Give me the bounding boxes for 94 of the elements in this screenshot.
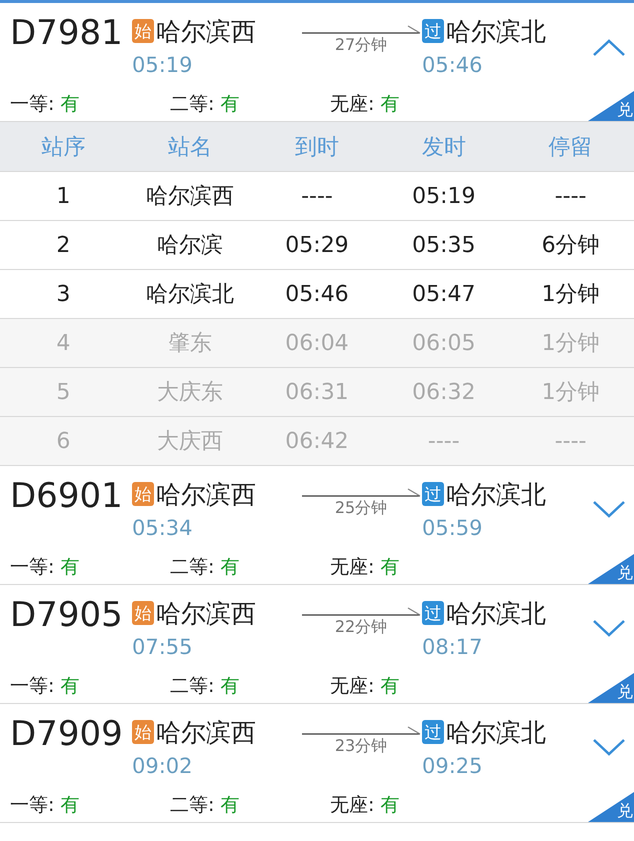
table-cell-text: 4 — [55, 330, 72, 356]
train-number: D6901 — [10, 475, 124, 518]
station-name: 哈尔滨北 — [446, 716, 546, 748]
table-cell-text: 06:04 — [284, 330, 350, 356]
seat-availability: 一等: 有 — [10, 92, 80, 117]
seat-availability: 一等: 有 — [10, 674, 80, 699]
column-header: 发时 — [420, 134, 467, 162]
train-number: D7981 — [10, 12, 124, 55]
train-card[interactable]: D7909 始 哈尔滨西 09:02 23分钟 过 哈尔滨北 09:25 一等: 有 二等: 有 无座: 有 兑 — [0, 704, 634, 823]
table-cell-text: 05:35 — [411, 232, 476, 258]
station-name: 哈尔滨西 — [156, 598, 256, 630]
time: 08:17 — [422, 635, 484, 659]
duration: 22分钟 — [334, 617, 388, 638]
table-cell-text: 哈尔滨 — [156, 232, 224, 260]
table-cell-text: 06:05 — [411, 330, 476, 356]
corner-tag[interactable]: 兑 — [588, 91, 634, 121]
chevron-down-icon[interactable] — [592, 619, 626, 639]
station-name: 哈尔滨西 — [156, 16, 256, 48]
table-cell-text: 哈尔滨西 — [145, 183, 236, 211]
time: 09:25 — [422, 754, 484, 778]
seat-availability: 二等: 有 — [170, 674, 240, 699]
table-cell-text: 1 — [55, 184, 72, 208]
chevron-down-icon[interactable] — [592, 738, 626, 758]
table-cell-text: 6分钟 — [540, 232, 601, 260]
column-header: 停留 — [548, 134, 594, 162]
table-cell-text: 肇东 — [167, 330, 214, 358]
seat-availability: 无座: 有 — [330, 793, 400, 818]
column-header: 到时 — [294, 134, 340, 162]
table-cell-text: 5 — [55, 380, 72, 404]
train-card[interactable]: D6901 始 哈尔滨西 05:34 25分钟 过 哈尔滨北 05:59 一等: 有 二等: 有 无座: 有 兑 — [0, 466, 634, 585]
table-cell-text: 05:46 — [284, 282, 350, 306]
table-cell-text: 05:47 — [411, 282, 476, 306]
train-number: D7905 — [10, 594, 124, 637]
station-badge: 过 — [422, 482, 444, 506]
station-name: 哈尔滨西 — [156, 716, 256, 748]
station-name: 哈尔滨北 — [446, 598, 546, 630]
table-cell-text: 1分钟 — [540, 281, 601, 309]
station-name: 哈尔滨北 — [446, 16, 546, 48]
duration: 23分钟 — [334, 736, 388, 757]
train-card[interactable]: D7905 始 哈尔滨西 07:55 22分钟 过 哈尔滨北 08:17 一等: 有 二等: 有 无座: 有 兑 — [0, 585, 634, 704]
table-cell-text: 哈尔滨北 — [145, 281, 236, 309]
corner-tag[interactable]: 兑 — [588, 673, 634, 703]
train-number: D7909 — [10, 713, 124, 756]
station-badge: 过 — [422, 19, 444, 43]
table-cell-text: 06:32 — [411, 380, 476, 404]
chevron-up-icon[interactable] — [592, 37, 626, 57]
table-cell-text: 大庆西 — [156, 428, 224, 456]
table-cell-text: 1分钟 — [540, 379, 601, 407]
seat-availability: 无座: 有 — [330, 555, 400, 580]
station-name: 哈尔滨西 — [156, 478, 256, 510]
station-name: 哈尔滨北 — [446, 478, 546, 510]
station-badge: 过 — [422, 601, 444, 625]
station-badge: 过 — [422, 720, 444, 744]
arrow-icon — [300, 23, 422, 35]
column-header: 站名 — [167, 134, 214, 162]
seat-availability: 二等: 有 — [170, 92, 240, 117]
table-cell-text: 05:29 — [284, 232, 350, 258]
arrow-icon — [300, 605, 422, 617]
station-badge: 始 — [132, 601, 154, 625]
table-cell-text: 1分钟 — [540, 330, 601, 358]
table-cell-text: 6 — [55, 428, 72, 454]
time: 05:46 — [422, 53, 484, 77]
duration: 27分钟 — [334, 35, 388, 56]
table-cell-text: ---- — [426, 428, 461, 454]
table-cell-text: 大庆东 — [156, 379, 224, 407]
chevron-down-icon[interactable] — [592, 500, 626, 520]
seat-availability: 无座: 有 — [330, 92, 400, 117]
time: 09:02 — [132, 754, 194, 778]
table-cell-text: 3 — [55, 282, 72, 306]
time: 05:19 — [132, 53, 194, 77]
table-cell-text: 2 — [55, 232, 72, 258]
table-cell-text: ---- — [554, 184, 588, 208]
table-cell-text: 06:31 — [284, 380, 350, 404]
column-header: 站序 — [40, 134, 86, 162]
seat-availability: 无座: 有 — [330, 674, 400, 699]
duration: 25分钟 — [334, 498, 388, 519]
corner-tag[interactable]: 兑 — [588, 554, 634, 584]
station-badge: 始 — [132, 19, 154, 43]
table-cell-text: ---- — [554, 428, 588, 454]
seat-availability: 一等: 有 — [10, 555, 80, 580]
table-cell-text: 06:42 — [284, 428, 350, 454]
station-badge: 始 — [132, 720, 154, 744]
time: 05:59 — [422, 516, 484, 540]
time: 05:34 — [132, 516, 194, 540]
table-cell-text: ---- — [300, 184, 334, 208]
table-cell-text: 05:19 — [411, 184, 476, 208]
seat-availability: 二等: 有 — [170, 793, 240, 818]
seat-availability: 二等: 有 — [170, 555, 240, 580]
arrow-icon — [300, 724, 422, 736]
seat-availability: 一等: 有 — [10, 793, 80, 818]
time: 07:55 — [132, 635, 194, 659]
arrow-icon — [300, 486, 422, 498]
corner-tag[interactable]: 兑 — [588, 792, 634, 822]
station-badge: 始 — [132, 482, 154, 506]
